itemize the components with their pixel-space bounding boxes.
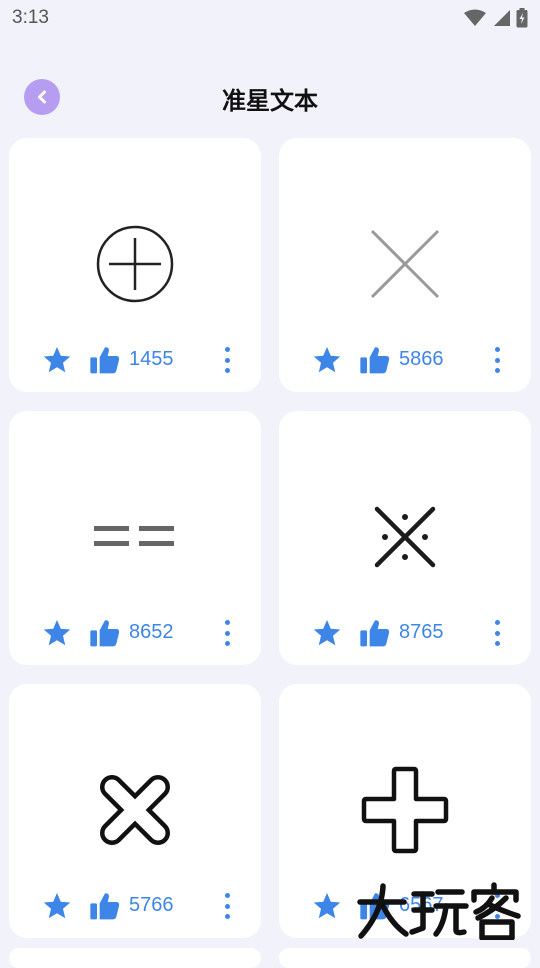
crosshair-card[interactable]: 8765 <box>279 411 531 665</box>
crosshair-preview <box>279 756 531 864</box>
circle-plus-crosshair-icon <box>96 225 174 303</box>
thin-x-crosshair-icon <box>370 229 440 299</box>
crosshair-preview <box>9 756 261 864</box>
favorite-star-icon[interactable] <box>311 345 343 375</box>
crosshair-card-partial[interactable] <box>279 948 531 968</box>
crosshair-card[interactable]: 5866 <box>279 138 531 392</box>
more-options-icon[interactable] <box>219 347 235 373</box>
like-count: 8652 <box>129 621 174 643</box>
dotted-x-crosshair-icon <box>374 506 436 568</box>
favorite-star-icon[interactable] <box>41 345 73 375</box>
favorite-star-icon[interactable] <box>311 618 343 648</box>
card-actions: 8765 <box>279 617 531 649</box>
more-options-icon[interactable] <box>219 893 235 919</box>
more-options-icon[interactable] <box>219 620 235 646</box>
thumbs-up-icon[interactable] <box>89 344 121 376</box>
status-bar: 3:13 <box>0 0 540 36</box>
thumbs-up-icon[interactable] <box>89 617 121 649</box>
thumbs-up-icon[interactable] <box>359 617 391 649</box>
like-count: 8765 <box>399 621 444 643</box>
more-options-icon[interactable] <box>489 620 505 646</box>
bold-outline-plus-crosshair-icon <box>361 766 449 854</box>
more-options-icon[interactable] <box>489 347 505 373</box>
crosshair-preview <box>9 483 261 591</box>
like-count: 5866 <box>399 348 444 370</box>
favorite-star-icon[interactable] <box>311 891 343 921</box>
crosshair-card-partial[interactable] <box>9 948 261 968</box>
status-icons <box>464 8 528 28</box>
double-dash-crosshair-icon <box>94 526 174 546</box>
status-time: 3:13 <box>12 7 49 28</box>
crosshair-preview <box>279 483 531 591</box>
card-actions: 5766 <box>9 890 261 922</box>
battery-icon <box>516 8 528 28</box>
like-count: 1455 <box>129 348 174 370</box>
card-actions: 5866 <box>279 344 531 376</box>
crosshair-card[interactable]: 5766 <box>9 684 261 938</box>
thumbs-up-icon[interactable] <box>359 344 391 376</box>
like-count: 5766 <box>129 894 174 916</box>
bold-outline-x-crosshair-icon <box>100 775 170 845</box>
crosshair-preview <box>279 210 531 318</box>
page-title: 准星文本 <box>222 88 318 115</box>
card-actions: 8652 <box>9 617 261 649</box>
crosshair-preview <box>9 210 261 318</box>
card-actions: 1455 <box>9 344 261 376</box>
favorite-star-icon[interactable] <box>41 618 73 648</box>
favorite-star-icon[interactable] <box>41 891 73 921</box>
crosshair-card[interactable]: 8652 <box>9 411 261 665</box>
header-bar: 准星文本 <box>0 70 540 122</box>
crosshair-card[interactable]: 1455 <box>9 138 261 392</box>
watermark-logo <box>357 882 521 940</box>
cellular-signal-icon <box>494 10 510 26</box>
wifi-icon <box>464 9 486 26</box>
thumbs-up-icon[interactable] <box>89 890 121 922</box>
